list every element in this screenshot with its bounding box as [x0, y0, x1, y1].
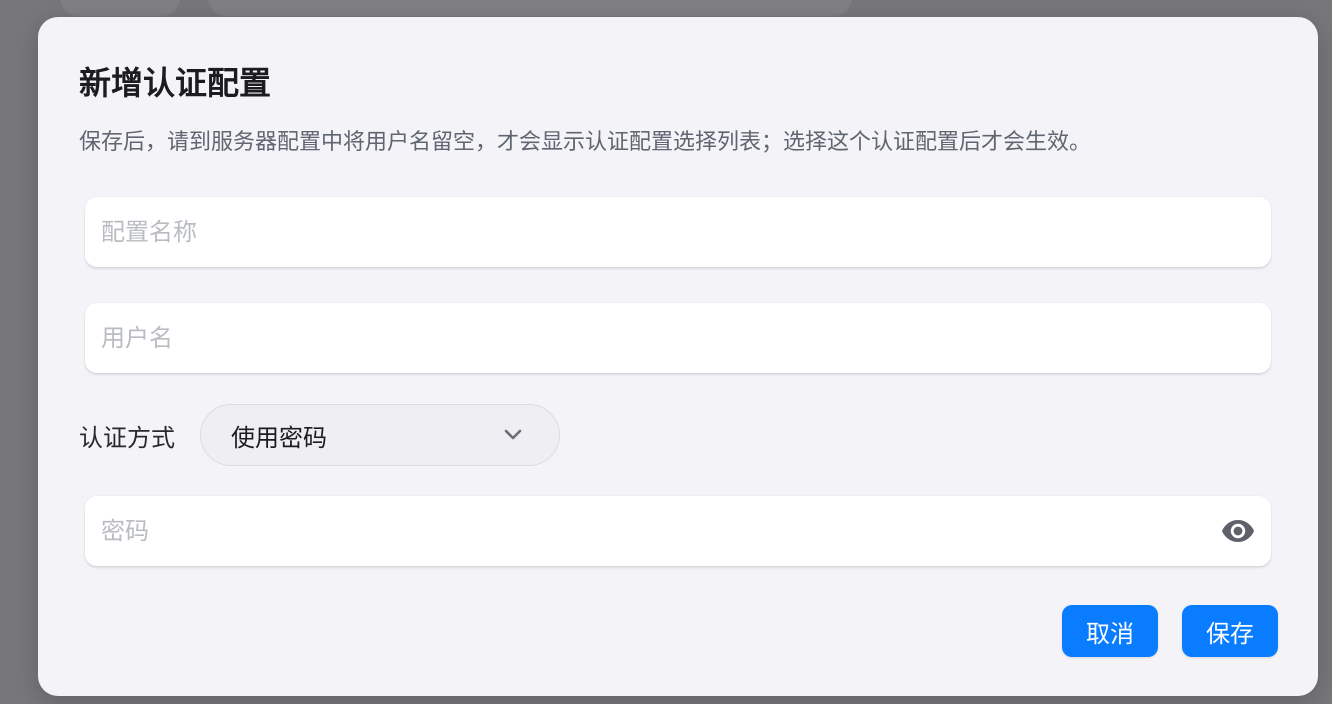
eye-icon [1222, 520, 1254, 542]
username-field [85, 303, 1271, 373]
config-name-input[interactable] [85, 197, 1271, 267]
password-input[interactable] [85, 496, 1271, 566]
cancel-button[interactable]: 取消 [1062, 605, 1158, 657]
auth-config-dialog: 新增认证配置 保存后，请到服务器配置中将用户名留空，才会显示认证配置选择列表；选… [38, 17, 1318, 696]
background-card [208, 0, 852, 16]
save-button[interactable]: 保存 [1182, 605, 1278, 657]
auth-method-label: 认证方式 [79, 423, 175, 452]
auth-method-select[interactable]: 使用密码 [200, 404, 560, 466]
background-card [60, 0, 180, 16]
show-password-button[interactable] [1221, 517, 1255, 545]
password-field [85, 496, 1271, 566]
dialog-title: 新增认证配置 [79, 64, 272, 102]
auth-method-value: 使用密码 [231, 423, 327, 452]
dialog-description: 保存后，请到服务器配置中将用户名留空，才会显示认证配置选择列表；选择这个认证配置… [79, 130, 1092, 155]
chevron-down-icon [504, 429, 522, 440]
config-name-field [85, 197, 1271, 267]
auth-method-row: 认证方式 使用密码 [79, 404, 560, 466]
username-input[interactable] [85, 303, 1271, 373]
